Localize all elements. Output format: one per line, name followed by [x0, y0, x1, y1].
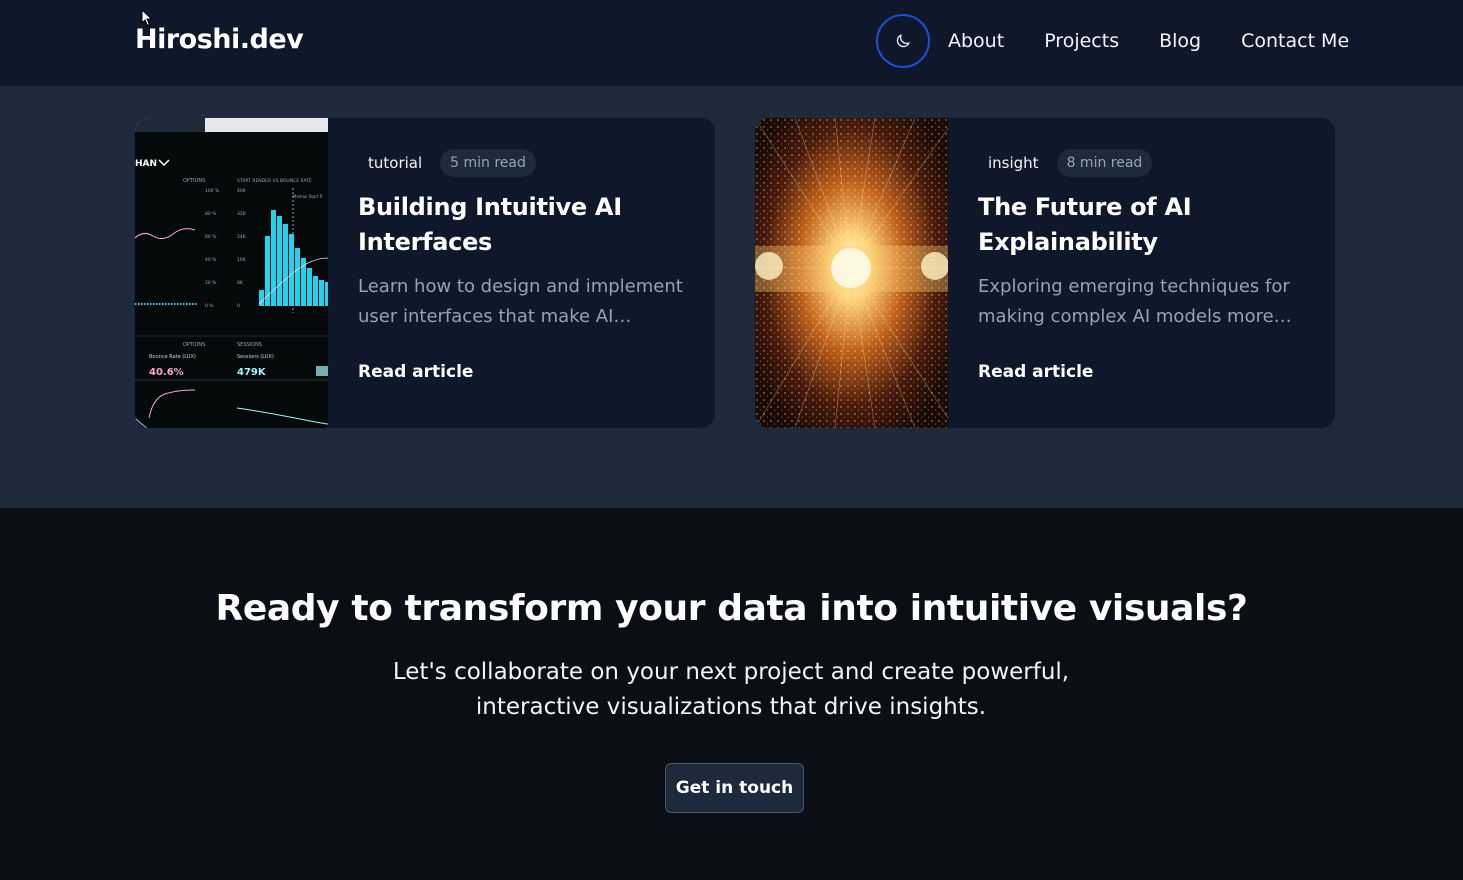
- svg-text:HAN: HAN: [135, 159, 157, 169]
- svg-text:100 %: 100 %: [205, 188, 220, 194]
- nav-link-projects[interactable]: Projects: [1044, 30, 1119, 52]
- cta-title: Ready to transform your data into intuit…: [215, 588, 1248, 629]
- svg-text:20 %: 20 %: [205, 280, 217, 286]
- article-meta: tutorial 5 min read: [358, 148, 693, 178]
- article-tag: insight: [988, 154, 1039, 172]
- svg-text:80 %: 80 %: [205, 211, 217, 217]
- svg-text:40 %: 40 %: [205, 257, 217, 263]
- svg-text:OPTIONS: OPTIONS: [183, 178, 205, 184]
- svg-text:Bounce Rate (LUX): Bounce Rate (LUX): [149, 354, 196, 360]
- nav-link-about[interactable]: About: [948, 30, 1004, 52]
- article-excerpt: Learn how to design and implement user i…: [358, 276, 683, 327]
- analytics-dashboard-image: HAN OPTIONS START RENDER VS BOUNCE RATE …: [135, 118, 328, 428]
- svg-text:SESSIONS: SESSIONS: [237, 342, 262, 348]
- article-title: Building Intuitive AI Interfaces: [358, 193, 622, 256]
- cta-subtitle: Let's collaborate on your next project a…: [392, 659, 1070, 720]
- svg-text:Sessions (LUX): Sessions (LUX): [237, 354, 274, 360]
- light-tunnel-image: [755, 118, 948, 428]
- svg-text:16K: 16K: [237, 257, 247, 263]
- svg-text:479K: 479K: [237, 367, 267, 378]
- svg-text:40K: 40K: [237, 188, 247, 194]
- read-time-badge: 8 min read: [1056, 149, 1153, 177]
- svg-text:24K: 24K: [237, 234, 247, 240]
- cta-section: Ready to transform your data into intuit…: [0, 508, 1463, 880]
- svg-text:START RENDER VS BOUNCE RATE: START RENDER VS BOUNCE RATE: [237, 178, 312, 184]
- svg-text:0 %: 0 %: [205, 303, 214, 309]
- svg-text:0: 0: [237, 303, 240, 309]
- read-article-link[interactable]: Read article: [978, 362, 1093, 382]
- get-in-touch-button[interactable]: Get in touch: [665, 763, 804, 813]
- article-excerpt: Exploring emerging techniques for making…: [978, 276, 1290, 327]
- svg-text:Median Start R: Median Start R: [293, 194, 323, 199]
- article-card-body: insight 8 min read The Future of AI Expl…: [978, 148, 1313, 332]
- article-card-ai-interfaces[interactable]: HAN OPTIONS START RENDER VS BOUNCE RATE …: [135, 118, 715, 428]
- article-title: The Future of AI Explainability: [978, 193, 1192, 256]
- svg-text:40.6%: 40.6%: [149, 367, 184, 378]
- nav-link-contact-me[interactable]: Contact Me: [1241, 30, 1349, 52]
- read-article-link[interactable]: Read article: [358, 362, 473, 382]
- moon-icon: [896, 34, 910, 48]
- article-meta: insight 8 min read: [978, 148, 1313, 178]
- svg-text:60 %: 60 %: [205, 234, 217, 240]
- mouse-cursor-icon: [141, 9, 153, 27]
- svg-text:32K: 32K: [237, 211, 247, 217]
- top-navbar: Hiroshi.dev About Projects Blog Contact …: [0, 0, 1463, 86]
- article-card-ai-explainability[interactable]: insight 8 min read The Future of AI Expl…: [755, 118, 1335, 428]
- theme-toggle-button[interactable]: [876, 14, 930, 68]
- nav-links: About Projects Blog Contact Me: [948, 30, 1349, 52]
- brand-logo[interactable]: Hiroshi.dev: [135, 24, 304, 55]
- article-card-body: tutorial 5 min read Building Intuitive A…: [358, 148, 693, 332]
- svg-text:OPTIONS: OPTIONS: [183, 342, 205, 348]
- nav-link-blog[interactable]: Blog: [1159, 30, 1201, 52]
- read-time-badge: 5 min read: [440, 149, 536, 177]
- article-tag: tutorial: [368, 154, 423, 172]
- blog-section: HAN OPTIONS START RENDER VS BOUNCE RATE …: [0, 86, 1463, 508]
